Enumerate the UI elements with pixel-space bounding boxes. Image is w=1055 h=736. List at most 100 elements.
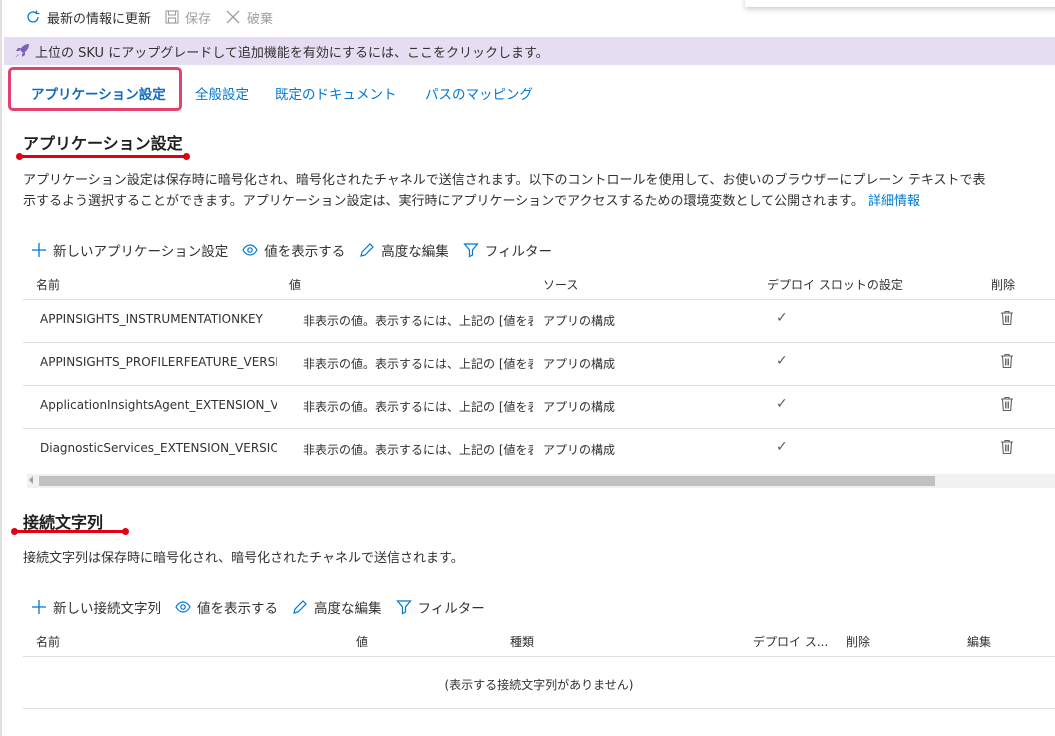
- show-values-label: 値を表示する: [197, 601, 278, 617]
- show-values-button[interactable]: 値を表示する: [175, 597, 278, 617]
- row-name[interactable]: APPINSIGHTS_INSTRUMENTATIONKEY: [40, 312, 277, 326]
- checkmark-icon: ✓: [776, 396, 788, 412]
- hidden-value-text: 非表示の値。表示するには、上記の [値を表示する] をクリックします: [303, 400, 533, 414]
- pencil-icon: [360, 243, 375, 257]
- popup-edge: [745, 0, 1055, 7]
- description-line-2-text: 示するよう選択することができます。アプリケーション設定は、実行時にアプリケーショ…: [23, 194, 864, 209]
- tab-app-settings[interactable]: アプリケーション設定: [31, 83, 166, 103]
- col-header-value[interactable]: 値: [356, 633, 368, 650]
- trash-icon[interactable]: [1000, 439, 1014, 455]
- col-header-delete: 削除: [846, 635, 871, 649]
- app-settings-toolbar: 新しいアプリケーション設定 値を表示する 高度な編集 フィルター: [31, 240, 552, 260]
- new-app-setting-button[interactable]: 新しいアプリケーション設定: [31, 240, 228, 260]
- pencil-icon: [293, 600, 307, 614]
- col-header-value[interactable]: 値: [289, 276, 301, 293]
- connection-strings-description: 接続文字列は保存時に暗号化され、暗号化されたチャネルで送信されます。: [23, 551, 464, 566]
- show-values-button[interactable]: 値を表示する: [242, 240, 345, 260]
- annotation-dot-right: [183, 153, 190, 160]
- advanced-edit-label: 高度な編集: [314, 601, 382, 617]
- row-value[interactable]: 非表示の値。表示するには、上記の [値を表示する] をクリックします: [299, 355, 533, 372]
- row-source: アプリの構成: [543, 443, 616, 457]
- checkmark-icon: ✓: [776, 310, 788, 326]
- filter-button[interactable]: フィルター: [395, 597, 485, 617]
- hidden-value-text: 非表示の値。表示するには、上記の [値を表示する] をクリックします: [303, 314, 533, 328]
- refresh-button[interactable]: 最新の情報に更新: [25, 8, 151, 27]
- row-divider: [23, 342, 1055, 343]
- row-name[interactable]: APPINSIGHTS_PROFILERFEATURE_VERSION: [40, 355, 277, 369]
- more-info-link[interactable]: 詳細情報: [868, 194, 920, 209]
- discard-button[interactable]: 破棄: [225, 8, 273, 27]
- row-value[interactable]: 非表示の値。表示するには、上記の [値を表示する] をクリックします: [299, 441, 533, 458]
- description-line-2: 示するよう選択することができます。アプリケーション設定は、実行時にアプリケーショ…: [23, 191, 1055, 212]
- advanced-edit-button[interactable]: 高度な編集: [359, 240, 449, 260]
- row-value[interactable]: 非表示の値。表示するには、上記の [値を表示する] をクリックします: [299, 398, 533, 415]
- new-connection-string-button[interactable]: 新しい接続文字列: [31, 597, 161, 617]
- scroll-left-arrow-icon[interactable]: [29, 476, 33, 484]
- tab-general-settings[interactable]: 全般設定: [195, 83, 249, 103]
- filter-button[interactable]: フィルター: [462, 240, 552, 260]
- row-divider: [23, 385, 1055, 386]
- tab-default-documents[interactable]: 既定のドキュメント: [275, 83, 397, 103]
- col-header-name[interactable]: 名前: [36, 276, 60, 293]
- header-divider: [23, 299, 1055, 300]
- row-value[interactable]: 非表示の値。表示するには、上記の [値を表示する] をクリックします: [299, 312, 533, 329]
- filter-label: フィルター: [484, 244, 552, 260]
- connection-strings-toolbar: 新しい接続文字列 値を表示する 高度な編集 フィルター: [31, 597, 485, 617]
- save-label: 保存: [185, 11, 212, 27]
- header-divider: [23, 656, 1055, 657]
- filter-icon: [395, 600, 412, 615]
- empty-message: (表示する接続文字列がありません): [444, 678, 634, 692]
- annotation-underline: [19, 155, 187, 158]
- eye-icon: [175, 601, 191, 613]
- hidden-value-text: 非表示の値。表示するには、上記の [値を表示する] をクリックします: [303, 357, 533, 371]
- row-source: アプリの構成: [543, 400, 616, 414]
- upgrade-banner[interactable]: 上位の SKU にアップグレードして追加機能を有効にするには、ここをクリックしま…: [4, 37, 1055, 65]
- advanced-edit-button[interactable]: 高度な編集: [292, 597, 382, 617]
- new-connection-string-label: 新しい接続文字列: [53, 601, 161, 617]
- annotation-underline: [14, 530, 126, 533]
- col-header-source[interactable]: ソース: [543, 276, 578, 293]
- tab-path-mappings[interactable]: パスのマッピング: [425, 83, 533, 103]
- row-source: アプリの構成: [543, 357, 616, 371]
- hidden-value-text: 非表示の値。表示するには、上記の [値を表示する] をクリックします: [303, 443, 533, 457]
- new-app-setting-label: 新しいアプリケーション設定: [53, 244, 229, 260]
- checkmark-icon: ✓: [776, 353, 788, 369]
- refresh-label: 最新の情報に更新: [47, 11, 152, 27]
- col-header-deploy-slot[interactable]: デプロイ ス...: [753, 633, 828, 650]
- col-header-edit: 編集: [967, 635, 992, 649]
- trash-icon[interactable]: [1000, 396, 1014, 412]
- save-button[interactable]: 保存: [165, 8, 211, 27]
- col-header-name[interactable]: 名前: [36, 633, 60, 650]
- rocket-icon: [15, 44, 29, 58]
- description-line-1: アプリケーション設定は保存時に暗号化され、暗号化されたチャネルで送信されます。以…: [23, 173, 986, 188]
- save-icon: [165, 10, 179, 24]
- checkmark-icon: ✓: [776, 439, 788, 455]
- horizontal-scrollbar[interactable]: [27, 474, 1055, 488]
- row-name[interactable]: DiagnosticServices_EXTENSION_VERSION: [40, 441, 277, 455]
- annotation-dot-right: [122, 528, 129, 535]
- app-settings-title: アプリケーション設定: [23, 134, 183, 153]
- trash-icon[interactable]: [1000, 310, 1014, 326]
- eye-icon: [242, 244, 258, 256]
- trash-icon[interactable]: [1000, 353, 1014, 369]
- advanced-edit-label: 高度な編集: [381, 244, 449, 260]
- row-divider: [23, 428, 1055, 429]
- banner-text: 上位の SKU にアップグレードして追加機能を有効にするには、ここをクリックしま…: [35, 45, 549, 61]
- left-border: [0, 0, 2, 736]
- col-header-slot-setting[interactable]: デプロイ スロットの設定: [767, 276, 903, 293]
- plus-icon: [32, 243, 46, 257]
- filter-label: フィルター: [417, 601, 485, 617]
- refresh-icon: [27, 10, 40, 23]
- show-values-label: 値を表示する: [264, 244, 346, 260]
- col-header-delete: 削除: [991, 278, 1016, 292]
- col-header-type[interactable]: 種類: [510, 633, 534, 650]
- command-bar: 最新の情報に更新 保存 破棄: [25, 6, 273, 28]
- table-bottom-divider: [23, 708, 1055, 709]
- plus-icon: [32, 600, 46, 614]
- scrollbar-thumb[interactable]: [39, 476, 935, 486]
- app-settings-description: アプリケーション設定は保存時に暗号化され、暗号化されたチャネルで送信されます。以…: [23, 170, 1055, 212]
- close-icon: [226, 10, 240, 24]
- row-source: アプリの構成: [543, 314, 616, 328]
- row-name[interactable]: ApplicationInsightsAgent_EXTENSION_VERSI…: [40, 398, 277, 412]
- filter-icon: [462, 243, 479, 258]
